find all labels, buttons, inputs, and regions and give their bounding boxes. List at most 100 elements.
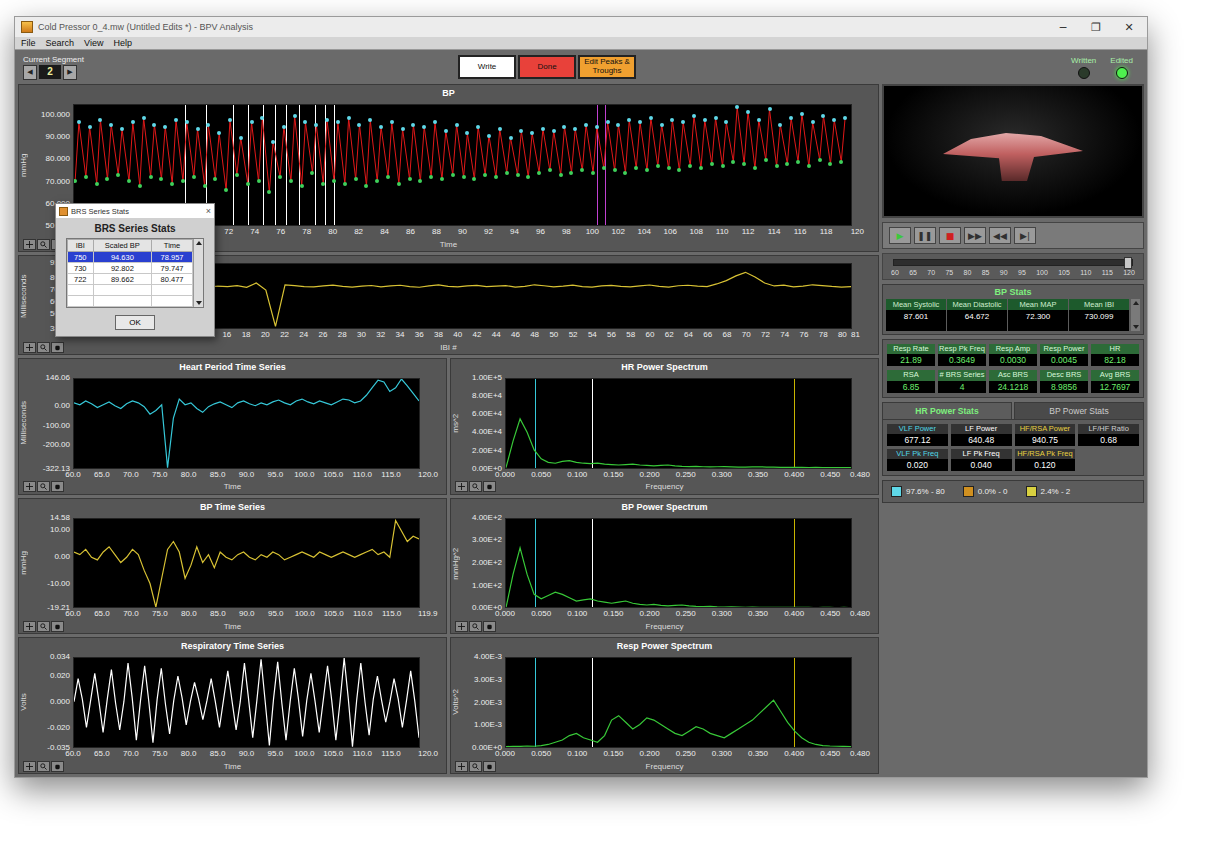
trough-dot[interactable] xyxy=(386,175,390,179)
trough-dot[interactable] xyxy=(677,168,681,172)
table-row[interactable]: 75094.63078.957 xyxy=(68,252,193,263)
trough-dot[interactable] xyxy=(526,175,530,179)
previous-segment-button[interactable]: ◀ xyxy=(23,65,37,80)
trough-dot[interactable] xyxy=(127,179,131,183)
peak-dot[interactable] xyxy=(411,123,415,127)
trough-dot[interactable] xyxy=(321,182,325,186)
peak-dot[interactable] xyxy=(260,116,264,120)
trough-dot[interactable] xyxy=(591,171,595,175)
zoom-tool-icon[interactable] xyxy=(37,342,50,353)
pan-tool-icon[interactable] xyxy=(483,621,496,632)
trough-dot[interactable] xyxy=(753,166,757,170)
window-control-button[interactable]: ❐ xyxy=(1082,21,1110,34)
trough-dot[interactable] xyxy=(462,175,466,179)
trough-dot[interactable] xyxy=(559,173,563,177)
action-button[interactable]: Edit Peaks & Troughs xyxy=(578,55,636,79)
trough-dot[interactable] xyxy=(289,179,293,183)
peak-dot[interactable] xyxy=(843,116,847,120)
peak-dot[interactable] xyxy=(465,131,469,135)
table-row[interactable] xyxy=(68,285,193,296)
peak-dot[interactable] xyxy=(271,140,275,144)
segment-marker-line[interactable] xyxy=(248,105,249,225)
peak-dot[interactable] xyxy=(390,120,394,124)
trough-dot[interactable] xyxy=(569,171,573,175)
trough-dot[interactable] xyxy=(516,173,520,177)
trough-dot[interactable] xyxy=(138,184,142,188)
trough-dot[interactable] xyxy=(429,175,433,179)
trough-dot[interactable] xyxy=(710,162,714,166)
zoom-tool-icon[interactable] xyxy=(37,481,50,492)
cursor-tool-icon[interactable] xyxy=(23,239,36,250)
peak-dot[interactable] xyxy=(692,114,696,118)
peak-dot[interactable] xyxy=(120,127,124,131)
cursor-tool-icon[interactable] xyxy=(455,621,468,632)
pan-tool-icon[interactable] xyxy=(483,481,496,492)
zoom-tool-icon[interactable] xyxy=(469,621,482,632)
peak-dot[interactable] xyxy=(250,120,254,124)
peak-dot[interactable] xyxy=(616,123,620,127)
cursor-tool-icon[interactable] xyxy=(23,342,36,353)
trough-dot[interactable] xyxy=(451,173,455,177)
trough-dot[interactable] xyxy=(73,179,77,183)
dialog-title-bar[interactable]: BRS Series Stats× xyxy=(56,204,214,218)
peak-dot[interactable] xyxy=(811,120,815,124)
zoom-tool-icon[interactable] xyxy=(37,239,50,250)
trough-dot[interactable] xyxy=(742,162,746,166)
peak-dot[interactable] xyxy=(660,123,664,127)
trough-dot[interactable] xyxy=(699,166,703,170)
trough-dot[interactable] xyxy=(105,177,109,181)
table-row[interactable] xyxy=(68,296,193,307)
band-cursor-line[interactable] xyxy=(794,379,795,468)
band-cursor-line[interactable] xyxy=(535,658,536,747)
slider-thumb[interactable] xyxy=(1124,257,1132,269)
peak-dot[interactable] xyxy=(670,118,674,122)
peak-dot[interactable] xyxy=(228,118,232,122)
trough-dot[interactable] xyxy=(634,166,638,170)
peak-dot[interactable] xyxy=(714,116,718,120)
trough-dot[interactable] xyxy=(300,184,304,188)
peak-dot[interactable] xyxy=(379,125,383,129)
trough-dot[interactable] xyxy=(505,171,509,175)
trough-dot[interactable] xyxy=(235,173,239,177)
peak-dot[interactable] xyxy=(455,123,459,127)
peak-dot[interactable] xyxy=(821,114,825,118)
next-segment-button[interactable]: ▶ xyxy=(63,65,77,80)
peak-dot[interactable] xyxy=(746,110,750,114)
peak-dot[interactable] xyxy=(562,125,566,129)
scrollbar[interactable] xyxy=(193,239,203,307)
trough-dot[interactable] xyxy=(267,190,271,194)
trough-dot[interactable] xyxy=(159,177,163,181)
trough-dot[interactable] xyxy=(257,179,261,183)
band-cursor-line[interactable] xyxy=(794,519,795,608)
playback-button[interactable]: ■ xyxy=(939,227,961,244)
peak-dot[interactable] xyxy=(573,127,577,131)
peak-dot[interactable] xyxy=(325,118,329,122)
peak-dot[interactable] xyxy=(131,120,135,124)
window-control-button[interactable]: ✕ xyxy=(1115,21,1143,34)
trough-dot[interactable] xyxy=(224,188,228,192)
peak-dot[interactable] xyxy=(724,120,728,124)
menu-item[interactable]: Help xyxy=(113,38,132,48)
trough-dot[interactable] xyxy=(548,168,552,172)
trough-dot[interactable] xyxy=(483,173,487,177)
close-button[interactable]: × xyxy=(206,206,211,216)
peak-dot[interactable] xyxy=(98,118,102,122)
peak-dot[interactable] xyxy=(789,116,793,120)
trough-dot[interactable] xyxy=(343,182,347,186)
trough-dot[interactable] xyxy=(623,171,627,175)
pan-tool-icon[interactable] xyxy=(483,761,496,772)
pan-tool-icon[interactable] xyxy=(51,621,64,632)
segment-value[interactable]: 2 xyxy=(39,65,61,79)
plot-area[interactable] xyxy=(73,518,420,609)
peak-dot[interactable] xyxy=(487,134,491,138)
trough-dot[interactable] xyxy=(408,177,412,181)
scrollbar[interactable] xyxy=(1131,299,1140,331)
trough-dot[interactable] xyxy=(818,158,822,162)
peak-dot[interactable] xyxy=(142,116,146,120)
trough-dot[interactable] xyxy=(375,179,379,183)
trough-dot[interactable] xyxy=(418,179,422,183)
menu-item[interactable]: Search xyxy=(46,38,75,48)
segment-marker-line[interactable] xyxy=(597,105,598,225)
trough-dot[interactable] xyxy=(645,168,649,172)
peak-dot[interactable] xyxy=(109,123,113,127)
